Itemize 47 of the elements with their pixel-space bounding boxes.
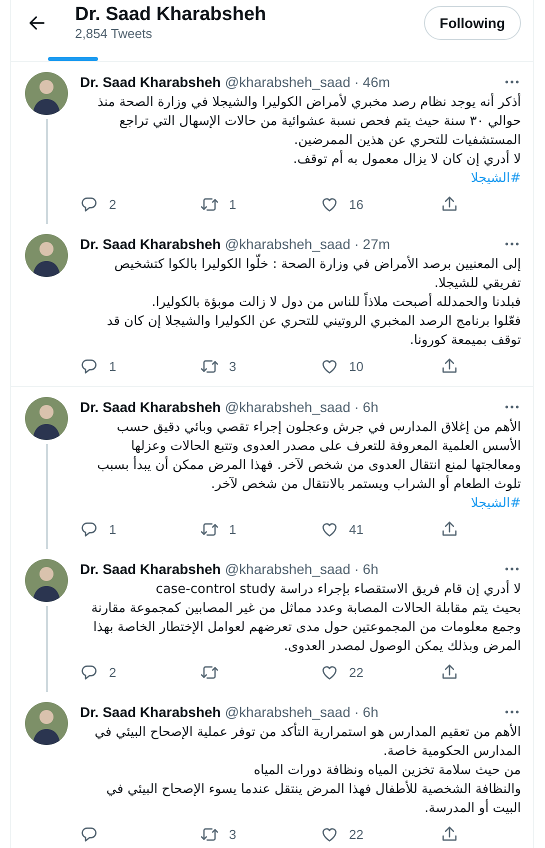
profile-name: Dr. Saad Kharabsheh <box>75 4 268 26</box>
share-icon[interactable] <box>440 662 459 682</box>
author-name[interactable]: Dr. Saad Kharabsheh <box>80 234 221 254</box>
like-count: 22 <box>349 664 364 680</box>
share-icon[interactable] <box>440 194 459 214</box>
like-count: 22 <box>349 826 364 842</box>
tweet-text: الأهم من تعقيم المدارس هو استمرارية التأكد من توفر عملية الإصحاح البيئي في المدارس الحكومية خاصة. من حيث سلامة تخزين المياه ونظافة دورات المياه والنظافة الشخصية للأطفال فهذا المرض ينتقل عندما يسوء الإصحاح البيئي في البيت أو المدرسة. <box>80 723 521 818</box>
author-name[interactable]: Dr. Saad Kharabsheh <box>80 702 221 722</box>
tweet-text: لا أدري إن قام فريق الاستقصاء بإجراء دراسة case-control study بحيث يتم مقابلة الحالات المصابة وعدد مماثل من غير المصابين كمجموعة مقارنة وجمع معلومات من المجموعتين حول مدى تعرضهم لعوامل الإختطار الخاصة بهذا المرض وبذلك يمكن الوصول لمصدر العدوى. <box>90 580 521 656</box>
retweet-count: 3 <box>229 358 236 374</box>
speech-bubble-icon[interactable] <box>80 824 99 844</box>
tweet-text: الأهم من إغلاق المدارس في جرش وعجلون إجراء تقصي وبائي دقيق حسب الأسس العلمية المعروفة للتعرف على مصدر العدوى وتتبع الحالات وعزلها ومعالجتها لمنع انتقال العدوى من شخص لآخر. فهذا المرض ممكن أن يبدأ بسبب تلوث الطعام أو الشراب ويستمر بالانتقال من شخص لآخر. <box>96 418 521 494</box>
author-name[interactable]: Dr. Saad Kharabsheh <box>80 559 221 579</box>
avatar-icon[interactable] <box>25 702 68 745</box>
avatar-icon[interactable] <box>25 559 68 602</box>
retweet-count: 1 <box>229 196 236 212</box>
reply-count: 1 <box>109 358 116 374</box>
author-name[interactable]: Dr. Saad Kharabsheh <box>80 397 221 417</box>
like-count: 41 <box>349 522 364 536</box>
tweet-count: 2,854 Tweets <box>75 26 154 41</box>
reply-count: 2 <box>109 196 116 212</box>
share-icon[interactable] <box>440 520 459 538</box>
following-button[interactable]: Following <box>424 6 521 40</box>
author-name[interactable]: Dr. Saad Kharabsheh <box>80 72 221 92</box>
avatar-icon[interactable] <box>25 234 68 277</box>
handle-and-time: @kharabsheh_saad · 6h <box>224 703 380 722</box>
speech-bubble-icon[interactable] <box>80 356 99 376</box>
share-icon[interactable] <box>440 356 459 376</box>
like-count: 16 <box>349 196 364 212</box>
handle-and-time: @kharabsheh_saad · 27m <box>224 235 392 254</box>
share-icon[interactable] <box>440 824 459 844</box>
handle-and-time: @kharabsheh_saad · 6h <box>224 560 380 579</box>
avatar-icon[interactable] <box>25 72 68 115</box>
speech-bubble-icon[interactable] <box>80 662 99 682</box>
retweet-count: 3 <box>229 826 236 842</box>
handle-and-time: @kharabsheh_saad · 6h <box>224 398 380 417</box>
like-count: 10 <box>349 358 364 374</box>
active-tab-indicator <box>48 57 98 61</box>
speech-bubble-icon[interactable] <box>80 194 99 214</box>
handle-and-time: @kharabsheh_saad · 46m <box>224 73 392 92</box>
retweet-count: 1 <box>229 522 236 536</box>
tweet-text: إلى المعنيين برصد الأمراض في وزارة الصحة : خلّوا الكوليرا بالكوا كتشخيص تفريقي للشيجلا. فبلدنا والحمدلله أصبحت ملاذاً للناس من دول لا زالت موبؤة بالكوليرا. فعّلوا برنامج الرصد المخبري الروتيني للتحري عن الكوليرا والشيجلا إن كان قد توقف بميمعة كورونا. <box>80 255 521 350</box>
reply-count: 2 <box>109 664 116 680</box>
speech-bubble-icon[interactable] <box>80 520 99 538</box>
avatar-icon[interactable] <box>25 397 68 440</box>
reply-count: 1 <box>109 522 116 536</box>
tweet-text: أذكر أنه يوجد نظام رصد مخبري لأمراض الكوليرا والشيجلا في وزارة الصحة منذ حوالي ٣٠ سنة حيث يتم فحص نسبة عشوائية من حالات الإسهال التي تراجع المستشفيات للتحري عن هذين الممرضين. لا أدري إن كان لا يزال معمول به أم توقف. <box>96 93 521 169</box>
